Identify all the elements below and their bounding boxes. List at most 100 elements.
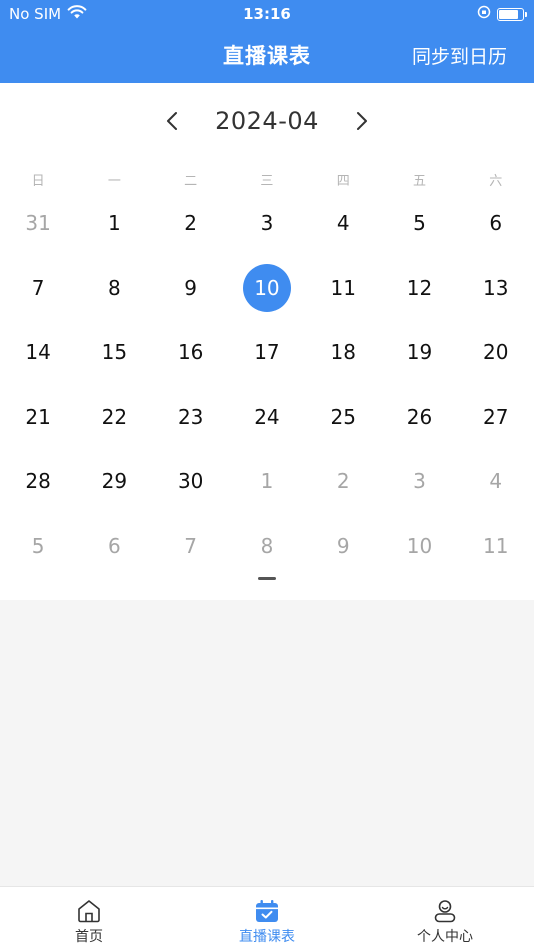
sync-calendar-button[interactable]: 同步到日历 <box>412 42 507 69</box>
day-number: 6 <box>108 533 121 558</box>
day-cell[interactable]: 18 <box>305 320 381 385</box>
day-cell[interactable]: 20 <box>458 320 534 385</box>
weekday-label: 六 <box>489 174 503 189</box>
day-cell[interactable]: 14 <box>0 320 76 385</box>
day-number: 30 <box>177 469 204 494</box>
weekday-label: 五 <box>412 174 426 189</box>
tab-profile[interactable]: 个人中心 <box>356 887 534 950</box>
day-cell[interactable]: 8 <box>76 256 152 321</box>
day-cell[interactable]: 10 <box>381 514 457 579</box>
day-number: 7 <box>31 275 45 300</box>
day-number: 16 <box>177 340 204 365</box>
day-cell[interactable]: 28 <box>0 449 76 514</box>
next-month-button[interactable] <box>349 108 375 134</box>
day-cell[interactable]: 1 <box>229 449 305 514</box>
day-cell[interactable]: 4 <box>305 191 381 256</box>
week-row: 7 8 9 10 11 12 13 <box>0 256 534 321</box>
status-right <box>477 5 527 23</box>
week-row: 5 6 7 8 9 10 11 <box>0 514 534 579</box>
day-number: 5 <box>31 533 45 558</box>
tab-schedule[interactable]: 直播课表 <box>178 887 356 950</box>
day-cell[interactable]: 5 <box>0 514 76 579</box>
day-number: 4 <box>489 469 503 494</box>
day-number: 21 <box>25 404 51 429</box>
calendar-panel: 2024-04 日一二三四五六 31 1 2 3 4 5 6 7 8 9 10 11 12 13 14 15 1… <box>0 83 534 600</box>
day-number: 17 <box>254 340 280 365</box>
day-number: 11 <box>330 275 356 300</box>
day-cell[interactable]: 2 <box>153 191 229 256</box>
day-number: 1 <box>108 211 121 236</box>
day-cell[interactable]: 4 <box>458 449 534 514</box>
weekday-label: 三 <box>260 174 274 189</box>
day-cell-selected[interactable]: 10 <box>229 256 305 321</box>
day-cell[interactable]: 22 <box>76 385 152 450</box>
week-row: 28 29 30 1 2 3 4 <box>0 449 534 514</box>
prev-month-button[interactable] <box>159 108 185 134</box>
day-cell[interactable]: 9 <box>153 256 229 321</box>
day-cell[interactable]: 9 <box>305 514 381 579</box>
chevron-right-icon <box>356 112 367 130</box>
day-cell[interactable]: 26 <box>381 385 457 450</box>
day-cell[interactable]: 7 <box>153 514 229 579</box>
day-number: 7 <box>184 533 198 558</box>
day-number: 12 <box>406 275 433 300</box>
month-navigator: 2024-04 <box>0 103 534 139</box>
tab-schedule-label: 直播课表 <box>239 929 295 945</box>
day-cell[interactable]: 30 <box>153 449 229 514</box>
day-cell[interactable]: 3 <box>381 449 457 514</box>
orientation-lock-icon <box>477 5 491 23</box>
day-number: 27 <box>483 404 509 429</box>
status-bar: No SIM 13:16 <box>0 0 534 28</box>
day-number: 29 <box>101 469 128 494</box>
tab-home[interactable]: 首页 <box>0 887 178 950</box>
weekday-header: 日一二三四五六 <box>0 170 534 189</box>
day-cell[interactable]: 3 <box>229 191 305 256</box>
day-cell[interactable]: 6 <box>458 191 534 256</box>
day-cell[interactable]: 12 <box>381 256 457 321</box>
day-cell[interactable]: 29 <box>76 449 152 514</box>
day-cell[interactable]: 24 <box>229 385 305 450</box>
day-cell[interactable]: 31 <box>0 191 76 256</box>
day-cell[interactable]: 6 <box>76 514 152 579</box>
day-number: 3 <box>260 211 274 236</box>
day-cell[interactable]: 13 <box>458 256 534 321</box>
day-cell[interactable]: 17 <box>229 320 305 385</box>
day-number: 3 <box>413 469 426 494</box>
day-cell[interactable]: 8 <box>229 514 305 579</box>
tab-bar: 首页 直播课表 个人中心 <box>0 886 534 950</box>
day-cell[interactable]: 19 <box>381 320 457 385</box>
day-number: 10 <box>406 533 433 558</box>
day-number: 14 <box>25 340 51 365</box>
app-header: No SIM 13:16 直播课表 同步到日历 <box>0 0 534 83</box>
day-cell[interactable]: 11 <box>305 256 381 321</box>
day-cell[interactable]: 21 <box>0 385 76 450</box>
day-number: 15 <box>101 340 128 365</box>
calendar-icon <box>256 900 278 922</box>
day-cell[interactable]: 11 <box>458 514 534 579</box>
tab-home-label: 首页 <box>75 929 103 945</box>
day-number: 19 <box>406 340 433 365</box>
battery-icon <box>497 7 527 21</box>
day-cell[interactable]: 27 <box>458 385 534 450</box>
day-number: 20 <box>483 340 509 365</box>
day-cell[interactable]: 5 <box>381 191 457 256</box>
day-number: 10 <box>242 263 291 312</box>
person-icon <box>434 900 456 923</box>
day-cell[interactable]: 15 <box>76 320 152 385</box>
day-cell[interactable]: 2 <box>305 449 381 514</box>
day-number: 24 <box>254 404 280 429</box>
weekday-label: 二 <box>184 174 198 189</box>
collapse-handle[interactable] <box>258 577 276 580</box>
day-cell[interactable]: 16 <box>153 320 229 385</box>
day-cell[interactable]: 1 <box>76 191 152 256</box>
day-number: 22 <box>101 404 128 429</box>
day-number: 31 <box>25 211 51 236</box>
day-cell[interactable]: 25 <box>305 385 381 450</box>
weekday-label: 一 <box>107 174 121 189</box>
day-cell[interactable]: 7 <box>0 256 76 321</box>
day-cell[interactable]: 23 <box>153 385 229 450</box>
week-row: 31 1 2 3 4 5 6 <box>0 191 534 256</box>
day-number: 2 <box>336 469 350 494</box>
day-number: 1 <box>260 469 274 494</box>
weekday-label: 四 <box>336 174 350 189</box>
